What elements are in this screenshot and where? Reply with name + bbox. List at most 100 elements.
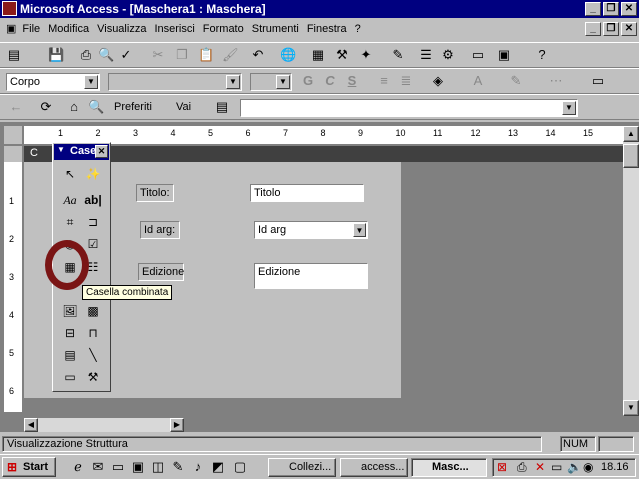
toolbox-close-icon[interactable]: ✕ (95, 145, 108, 158)
copy-icon[interactable]: ❐ (174, 47, 190, 63)
option-group-icon[interactable]: ⌗ (60, 212, 80, 232)
scroll-left-icon[interactable]: ◀ (24, 418, 38, 432)
line-tool-icon[interactable]: ╲ (83, 345, 103, 365)
back-icon[interactable]: ← (8, 99, 24, 115)
vertical-scroll-thumb[interactable] (623, 144, 639, 168)
save-icon[interactable]: 💾 (48, 47, 64, 63)
section-selector[interactable] (4, 146, 22, 162)
page-break-icon[interactable]: ⊟ (60, 323, 80, 343)
chevron-down-icon[interactable]: ▼ (353, 223, 366, 237)
outlook-icon[interactable]: ✉ (90, 459, 106, 475)
font-combo[interactable]: ▼ (108, 73, 242, 91)
tray-error-icon[interactable]: ✕ (535, 460, 545, 474)
home-icon[interactable]: ⌂ (66, 99, 82, 115)
quicklaunch-monitor-icon[interactable]: ▢ (232, 459, 248, 475)
desktop-icon[interactable]: ▭ (110, 459, 126, 475)
special-effect-icon[interactable]: ▭ (590, 73, 606, 89)
new-object-icon[interactable]: ▣ (496, 47, 512, 63)
vertical-scrollbar[interactable]: ▲ ▼ (623, 126, 639, 416)
unbound-object-icon[interactable]: ▩ (83, 301, 103, 321)
menu-strumenti[interactable]: Strumenti (248, 19, 303, 39)
chevron-down-icon[interactable]: ▼ (226, 75, 240, 89)
control-wizards-icon[interactable]: ✨ (83, 164, 103, 184)
code-icon[interactable]: ✎ (390, 47, 406, 63)
doc-restore-button[interactable]: ❐ (603, 22, 619, 36)
paste-icon[interactable]: 📋 (198, 47, 214, 63)
quicklaunch-app-icon[interactable]: ◫ (150, 459, 166, 475)
textbox-edizione[interactable]: Edizione (254, 263, 368, 289)
border-width-icon[interactable]: ⋯ (548, 73, 564, 89)
label-id-arg[interactable]: Id arg: (140, 221, 180, 239)
toolbox-icon[interactable]: ⚒ (334, 47, 350, 63)
horizontal-scrollbar[interactable]: ◀ ▶ (24, 418, 184, 432)
spelling-icon[interactable]: ✓ (118, 47, 134, 63)
tray-volume-icon[interactable]: 🔊 (567, 460, 582, 474)
cut-icon[interactable]: ✂ (150, 47, 166, 63)
menu-file[interactable]: File (18, 19, 44, 39)
label-tool-icon[interactable]: Aa (60, 190, 80, 210)
font-color-icon[interactable]: A (470, 73, 486, 89)
tray-display-icon[interactable]: ▭ (551, 460, 562, 474)
hyperlink-icon[interactable]: 🌐 (280, 47, 296, 63)
properties-icon[interactable]: ☰ (418, 47, 434, 63)
view-icon[interactable]: ▤ (6, 47, 22, 63)
build-icon[interactable]: ⚙ (440, 47, 456, 63)
database-window-icon[interactable]: ▭ (470, 47, 486, 63)
close-button[interactable]: ✕ (621, 2, 637, 16)
checkbox-tool-icon[interactable]: ☑ (83, 234, 103, 254)
menu-visualizza[interactable]: Visualizza (93, 19, 150, 39)
scroll-up-icon[interactable]: ▲ (623, 126, 639, 142)
menu-help[interactable]: ? (351, 19, 365, 39)
minimize-button[interactable]: _ (585, 2, 601, 16)
autoformat-icon[interactable]: ✦ (358, 47, 374, 63)
undo-icon[interactable]: ↶ (250, 47, 266, 63)
toolbox-menu-icon[interactable]: ▼ (57, 145, 65, 154)
print-icon[interactable]: ⎙ (78, 47, 94, 63)
bold-icon[interactable]: G (300, 73, 316, 89)
favorites-menu[interactable]: Preferiti (114, 101, 152, 113)
chevron-down-icon[interactable]: ▼ (84, 75, 98, 89)
tray-app-icon[interactable]: ◉ (583, 460, 593, 474)
italic-icon[interactable]: C (322, 73, 338, 89)
scroll-right-icon[interactable]: ▶ (170, 418, 184, 432)
menu-modifica[interactable]: Modifica (44, 19, 93, 39)
address-combo[interactable]: ▼ (240, 99, 578, 117)
label-titolo[interactable]: Titolo: (136, 184, 174, 202)
start-button[interactable]: ⊞ Start (2, 457, 56, 477)
label-edizione[interactable]: Edizione (138, 263, 184, 281)
doc-minimize-button[interactable]: _ (585, 22, 601, 36)
fill-color-icon[interactable]: ◈ (430, 73, 446, 89)
toolbox-titlebar[interactable]: ▼ Case ✕ (54, 144, 109, 160)
object-combo[interactable]: Corpo ▼ (6, 73, 100, 91)
quicklaunch-media-icon[interactable]: ♪ (190, 459, 206, 475)
select-objects-icon[interactable]: ↖ (60, 164, 80, 184)
ruler-corner[interactable] (4, 126, 22, 144)
toggle-button-icon[interactable]: ⊐ (83, 212, 103, 232)
show-only-web-toolbar-icon[interactable]: ▤ (214, 99, 230, 115)
go-menu[interactable]: Vai (176, 101, 191, 113)
menu-formato[interactable]: Formato (199, 19, 248, 39)
chevron-down-icon[interactable]: ▼ (276, 75, 290, 89)
quicklaunch-tool-icon[interactable]: ✎ (170, 459, 186, 475)
menu-inserisci[interactable]: Inserisci (150, 19, 198, 39)
subform-icon[interactable]: ▤ (60, 345, 80, 365)
ie-icon[interactable]: ℯ (70, 459, 86, 475)
task-maschera-active[interactable]: Masc... (411, 458, 487, 477)
access-app-icon[interactable] (2, 1, 17, 16)
format-painter-icon[interactable]: 🖌 (222, 47, 239, 63)
help-icon[interactable]: ? (534, 47, 550, 63)
size-combo[interactable]: ▼ (250, 73, 292, 91)
tab-control-icon[interactable]: ⊓ (83, 323, 103, 343)
image-tool-icon[interactable]: 🖼 (60, 301, 80, 321)
menu-finestra[interactable]: Finestra (303, 19, 351, 39)
field-list-icon[interactable]: ▦ (310, 47, 326, 63)
task-collezioni[interactable]: Collezi... (268, 458, 336, 477)
task-access[interactable]: access... (340, 458, 408, 477)
quicklaunch-sched-icon[interactable]: ◩ (210, 459, 226, 475)
chevron-down-icon[interactable]: ▼ (562, 101, 576, 115)
refresh-icon[interactable]: ⟳ (38, 99, 54, 115)
align-center-icon[interactable]: ≣ (398, 73, 414, 89)
section-header-corpo[interactable]: C (24, 146, 624, 162)
align-left-icon[interactable]: ≡ (376, 73, 392, 89)
tray-printer-icon[interactable]: ⎙ (517, 460, 527, 475)
